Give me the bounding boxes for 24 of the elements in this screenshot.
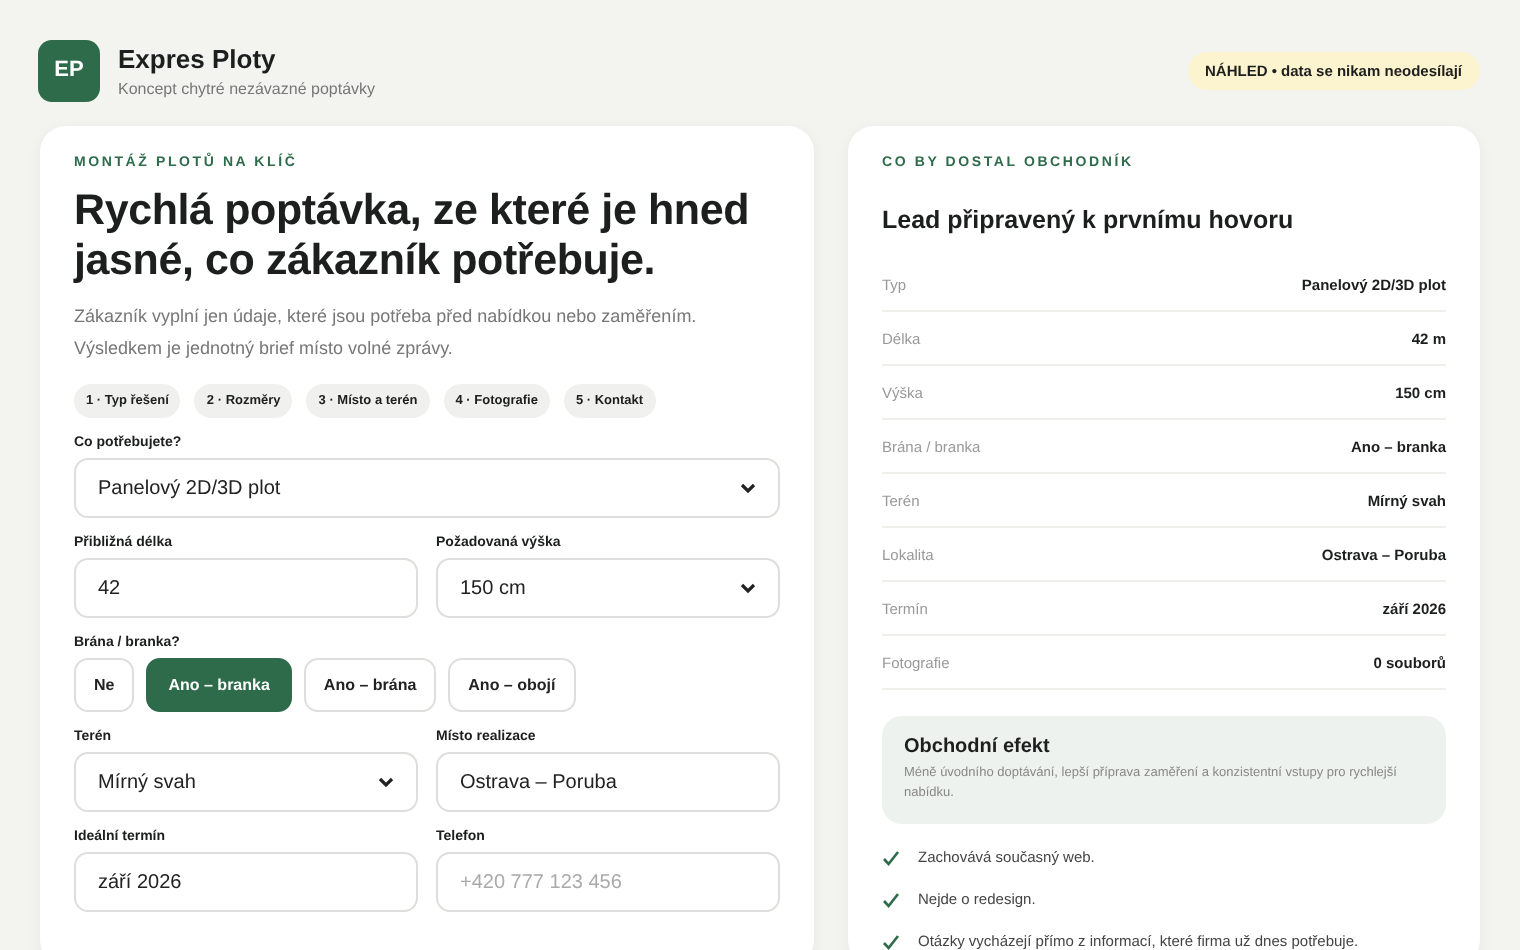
form-heading: Rychlá poptávka, ze které je hned jasné, co zákazník potřebuje. [74, 186, 752, 286]
effect-title: Obchodní efekt [904, 736, 1052, 758]
intro-text: Zákazník vyplní jen údaje, které jsou potřeba před nabídkou nebo zaměřením. Výsledkem je jednotný brief místo volné zprávy. [74, 304, 699, 362]
brand-subtitle: Koncept chytré nezávazné poptávky [118, 79, 376, 97]
input-field[interactable]: Ostrava – Poruba [436, 752, 780, 812]
chevron-icon [740, 582, 756, 594]
input-field[interactable]: +420 777 123 456 [436, 852, 780, 912]
checkmark-icon [882, 891, 900, 907]
chevron-icon [740, 482, 756, 494]
input-field[interactable]: září 2026 [74, 852, 418, 912]
chevron-icon [378, 776, 394, 788]
select-field[interactable]: 150 cm [436, 558, 780, 618]
select-field[interactable]: Panelový 2D/3D plot [74, 458, 780, 518]
choice-button[interactable]: Ano – brána [303, 658, 437, 712]
brand-title: Expres Ploty [118, 43, 278, 73]
choice-button[interactable]: Ne [74, 658, 135, 712]
choice-button[interactable]: Ano – branka [146, 658, 292, 712]
select-field[interactable]: Mírný svah [74, 752, 418, 812]
choice-button[interactable]: Ano – obojí [448, 658, 576, 712]
checkmark-icon [882, 849, 900, 865]
input-field[interactable]: 42 [74, 558, 418, 618]
checkmark-icon [882, 933, 900, 949]
logo-badge: EP [38, 39, 100, 101]
summary-heading: Lead připravený k prvnímu hovoru [882, 206, 1296, 234]
